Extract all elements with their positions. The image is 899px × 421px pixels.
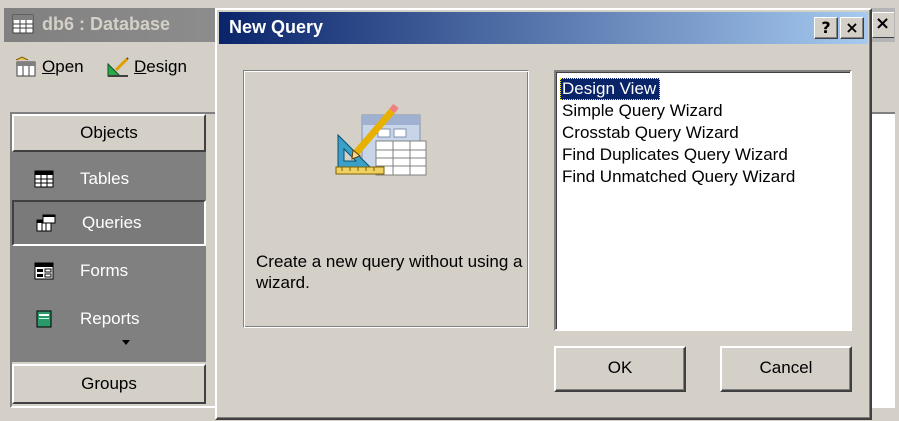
preview-description: Create a new query without using a wizar… [256,252,523,292]
object-list-area [872,112,895,408]
ok-button[interactable]: OK [554,346,686,392]
database-title: db6 : Database [42,14,171,34]
cancel-button[interactable]: Cancel [720,346,852,392]
dialog-titlebar[interactable]: New Query ? × [219,12,868,44]
design-mnemonic: D [134,57,147,76]
query-type-list[interactable]: Design View Simple Query Wizard Crosstab… [554,70,852,331]
table-icon [34,170,54,188]
objects-header-button[interactable]: Objects [12,114,206,152]
object-label-reports: Reports [80,309,140,328]
dialog-title: New Query [229,17,324,37]
open-mnemonic: O [42,57,56,76]
object-item-forms[interactable]: Forms [12,248,206,294]
list-item-design-view[interactable]: Design View [560,78,661,100]
design-icon [107,57,129,77]
form-icon [34,262,54,280]
object-item-reports[interactable]: Reports [12,296,206,342]
list-item-find-duplicates-query-wizard[interactable]: Find Duplicates Query Wizard [560,144,850,166]
list-item-find-unmatched-query-wizard[interactable]: Find Unmatched Query Wizard [560,166,850,188]
design-label-rest: esign [146,57,187,76]
dialog-close-button[interactable]: × [840,17,864,39]
database-close-button[interactable]: × [872,12,894,38]
object-item-tables[interactable]: Tables [12,156,206,202]
query-design-icon [335,103,427,176]
new-query-dialog: New Query ? × Create a new query without… [215,8,872,420]
objects-list: Tables Queries Forms Reports [12,152,206,362]
database-icon [12,14,34,34]
object-label-tables: Tables [80,169,130,188]
scroll-down-arrow-icon[interactable] [122,340,130,345]
list-item-crosstab-query-wizard[interactable]: Crosstab Query Wizard [560,122,850,144]
query-icon [36,214,56,232]
report-icon [36,310,52,328]
preview-panel: Create a new query without using a wizar… [243,70,529,328]
object-item-queries[interactable]: Queries [12,200,206,246]
help-button[interactable]: ? [814,17,838,39]
design-button[interactable]: Design [106,52,187,82]
list-item-simple-query-wizard[interactable]: Simple Query Wizard [560,100,850,122]
open-icon [15,56,36,77]
open-label-rest: pen [55,57,84,76]
groups-button[interactable]: Groups [12,364,206,404]
object-label-forms: Forms [80,261,129,280]
object-label-queries: Queries [82,213,142,232]
open-button[interactable]: Open [14,52,84,82]
